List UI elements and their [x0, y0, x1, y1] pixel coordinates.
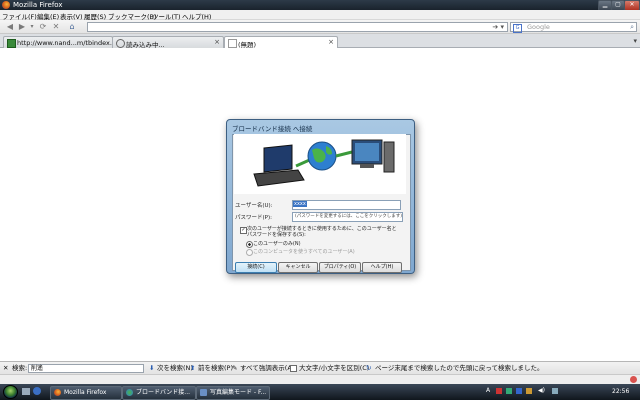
taskbar-firefox[interactable]: Mozilla Firefox: [50, 386, 122, 400]
save-credentials-checkbox[interactable]: ✓: [240, 227, 247, 234]
forward-icon[interactable]: ▶: [17, 22, 27, 32]
search-field[interactable]: G Google ⌕: [510, 22, 637, 33]
reload-icon[interactable]: ⟳: [38, 22, 48, 32]
clock: 22:56: [612, 388, 630, 395]
highlight-icon: ✎: [232, 364, 238, 372]
system-tray: A ◀): [486, 387, 606, 397]
anyone-label: このコンピュータを使うすべてのユーザー(A): [253, 249, 355, 255]
search-placeholder: Google: [527, 23, 550, 31]
taskbar-photo-label: 写真編集モード - F...: [210, 389, 267, 396]
username-value: xxxx: [293, 201, 307, 207]
find-prev-button[interactable]: 前を検索(P): [198, 364, 233, 372]
back-icon[interactable]: ◀: [3, 22, 17, 32]
ime-icon[interactable]: A: [486, 387, 490, 394]
tab-1-label: http://www.nand...m/tbindex.cgi: [17, 39, 122, 47]
history-dropdown-icon[interactable]: ▾: [28, 22, 36, 32]
connect-button[interactable]: 接続(C): [235, 262, 277, 273]
taskbar-broadband-label: ブロードバンド接...: [136, 389, 191, 396]
username-label: ユーザー名(U):: [235, 203, 273, 209]
match-case-checkbox[interactable]: [290, 365, 297, 372]
firefox-icon: [2, 1, 10, 9]
password-placeholder: (パスワードを変更するには、ここをクリックします): [295, 214, 403, 219]
save-credentials-label: 次のユーザーが接続するときに使用するために、このユーザー名とパスワードを保存する…: [247, 226, 397, 238]
photo-icon: [200, 389, 207, 396]
google-icon[interactable]: G: [513, 24, 522, 33]
quicklaunch-icon[interactable]: [33, 387, 41, 395]
cancel-button[interactable]: キャンセル: [278, 262, 318, 273]
tray-icon[interactable]: [496, 388, 502, 394]
status-bar: [0, 374, 640, 384]
menu-bar: ファイル(F) 編集(E) 表示(V) 履歴(S) ブックマーク(B) ツール(…: [0, 10, 640, 21]
next-arrow-icon: ⬇: [149, 364, 155, 372]
title-bar: Mozilla Firefox ▁ ▢ ✕: [0, 0, 640, 11]
loading-icon: [116, 39, 125, 48]
network-illustration: [234, 134, 406, 194]
tab-close-icon[interactable]: ×: [214, 38, 220, 46]
tray-icon[interactable]: [506, 388, 512, 394]
taskbar-firefox-label: Mozilla Firefox: [64, 389, 107, 396]
findbar-close-icon[interactable]: ✕: [3, 364, 8, 372]
find-next-button[interactable]: 次を検索(N): [157, 364, 193, 372]
help-button[interactable]: ヘルプ(H): [362, 262, 402, 273]
tab-bar: http://www.nand...m/tbindex.cgi 読み込み中...…: [0, 34, 640, 50]
find-status-text: ページ末尾まで検索したので先頭に戻って検索しました。: [375, 364, 544, 372]
only-me-label: このユーザーのみ(N): [253, 241, 301, 247]
prev-arrow-icon: ⬆: [190, 364, 196, 372]
firefox-icon: [54, 389, 61, 396]
network-icon: [126, 389, 133, 396]
status-indicator-icon[interactable]: [630, 376, 637, 383]
highlight-all-button[interactable]: すべて強調表示(A): [240, 364, 294, 372]
blank-page-icon: [228, 39, 237, 48]
start-button[interactable]: [3, 385, 18, 399]
network-tray-icon[interactable]: [552, 388, 558, 394]
volume-icon[interactable]: ◀): [538, 387, 545, 394]
tray-icon[interactable]: [516, 388, 522, 394]
taskbar-broadband[interactable]: ブロードバンド接...: [122, 386, 196, 400]
username-field[interactable]: xxxx: [292, 200, 401, 210]
properties-button[interactable]: プロパティ(O): [319, 262, 361, 273]
dialog-title: ブロードバンド接続 へ接続: [232, 125, 313, 133]
show-desktop-icon[interactable]: [22, 388, 30, 395]
stop-icon[interactable]: ✕: [51, 22, 61, 32]
taskbar-photo-edit[interactable]: 写真編集モード - F...: [196, 386, 270, 400]
match-case-label: 大文字/小文字を区別(C): [299, 364, 370, 372]
go-arrow-icon[interactable]: ➔ ▾: [492, 23, 504, 32]
site-icon: [7, 39, 16, 48]
anyone-radio[interactable]: [246, 249, 253, 256]
tab-list-icon[interactable]: ▾: [633, 37, 637, 45]
wrap-icon: ↻: [366, 364, 372, 372]
password-field[interactable]: (パスワードを変更するには、ここをクリックします): [292, 212, 403, 222]
find-label: 検索:: [12, 364, 28, 372]
find-input[interactable]: 削遙: [28, 364, 144, 373]
tab-close-icon[interactable]: ×: [328, 38, 334, 46]
home-icon[interactable]: ⌂: [66, 22, 78, 32]
url-field[interactable]: ➔ ▾: [87, 22, 508, 32]
password-label: パスワード(P):: [235, 215, 272, 221]
tray-icon[interactable]: [526, 388, 532, 394]
search-go-icon[interactable]: ⌕: [630, 23, 634, 32]
window-title: Mozilla Firefox: [13, 1, 63, 9]
only-me-radio[interactable]: [246, 241, 253, 248]
